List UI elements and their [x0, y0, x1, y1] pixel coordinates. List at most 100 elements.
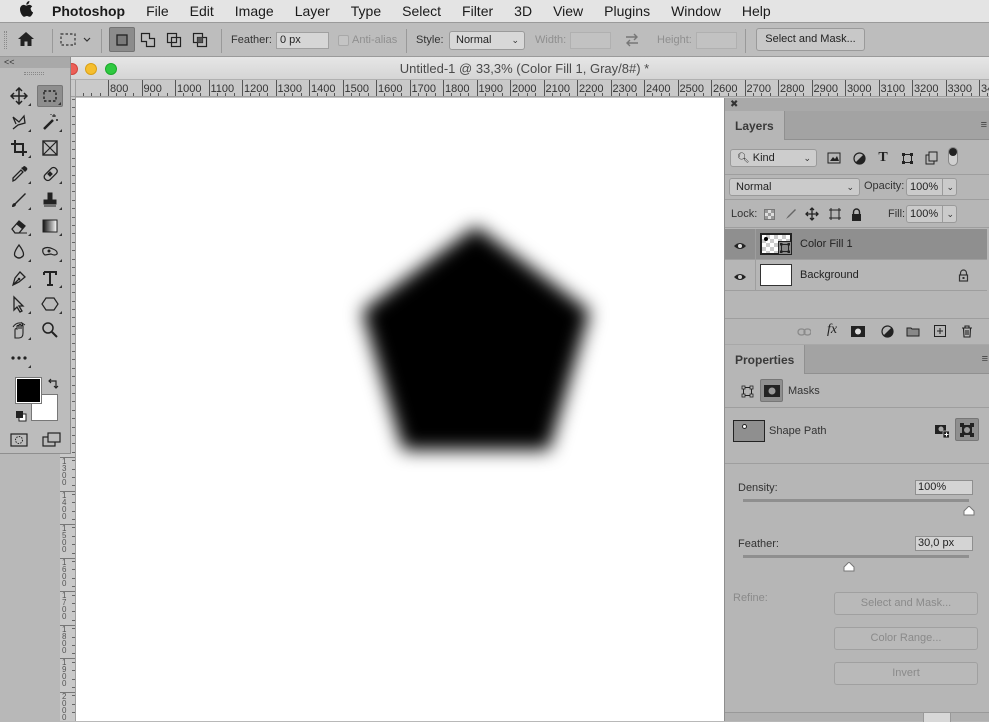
canvas[interactable]	[76, 98, 724, 721]
feather-input[interactable]: 30,0 px	[915, 536, 973, 551]
chevron-down-icon[interactable]: ⌄	[942, 206, 954, 222]
opacity-input[interactable]: 100% ⌄	[906, 178, 957, 196]
new-selection-button[interactable]	[109, 27, 135, 52]
link-layers-icon[interactable]	[797, 325, 811, 339]
pixel-layer-filter-icon[interactable]	[827, 151, 841, 165]
smart-object-filter-icon[interactable]	[924, 151, 938, 165]
path-selection-tool[interactable]	[6, 293, 32, 315]
blend-mode-dropdown[interactable]: Normal ⌄	[729, 178, 860, 196]
menu-help[interactable]: Help	[742, 3, 771, 19]
layer-row-color-fill-1[interactable]: Color Fill 1	[725, 229, 987, 260]
toolbox-collapse-button[interactable]: <<	[0, 57, 70, 68]
menu-filter[interactable]: Filter	[462, 3, 493, 19]
add-to-selection-button[interactable]	[140, 32, 156, 51]
polygon-shape-tool[interactable]	[37, 293, 63, 315]
delete-layer-icon[interactable]	[960, 324, 974, 338]
move-tool[interactable]	[6, 85, 32, 107]
fill-input[interactable]: 100% ⌄	[906, 205, 957, 223]
style-dropdown[interactable]: Normal ⌄	[449, 31, 525, 50]
properties-panel-menu-icon[interactable]: ≡	[982, 353, 988, 365]
shape-properties-icon[interactable]	[740, 384, 754, 398]
layer-visibility-eye-icon[interactable]	[733, 269, 747, 287]
new-group-icon[interactable]	[906, 324, 920, 338]
blur-tool[interactable]	[6, 241, 32, 263]
swap-colors-icon[interactable]	[47, 377, 59, 395]
menu-layer[interactable]: Layer	[295, 3, 330, 19]
lock-image-pixels-icon[interactable]	[784, 207, 798, 221]
crop-tool[interactable]	[6, 137, 32, 159]
subtract-from-selection-button[interactable]	[166, 32, 182, 51]
density-input[interactable]: 100%	[915, 480, 973, 495]
lock-artboard-icon[interactable]	[828, 207, 842, 221]
anti-alias-checkbox[interactable]	[338, 35, 349, 46]
menu-view[interactable]: View	[553, 3, 583, 19]
toolbox-grip[interactable]	[24, 72, 44, 75]
zoom-tool[interactable]	[37, 319, 63, 341]
healing-brush-tool[interactable]	[37, 163, 63, 185]
lock-position-icon[interactable]	[805, 207, 819, 221]
smudge-tool[interactable]	[37, 241, 63, 263]
rotate-view-tool[interactable]	[6, 319, 32, 341]
new-layer-icon[interactable]	[933, 324, 947, 338]
refine-select-and-mask-button[interactable]: Select and Mask...	[834, 592, 978, 615]
add-pixel-mask-icon[interactable]	[935, 424, 949, 438]
gradient-tool[interactable]	[37, 215, 63, 237]
lasso-tool[interactable]	[6, 111, 32, 133]
layers-panel-menu-icon[interactable]: ≡	[981, 119, 987, 131]
vector-mask-icon[interactable]	[955, 418, 979, 441]
adjustment-layer-filter-icon[interactable]	[852, 151, 866, 165]
panel-close-button[interactable]: ✖	[725, 98, 989, 111]
menu-app-photoshop[interactable]: Photoshop	[52, 3, 125, 19]
type-tool[interactable]	[37, 267, 63, 289]
feather-input[interactable]: 0 px	[276, 32, 329, 49]
lock-all-icon[interactable]	[849, 207, 863, 221]
tab-properties[interactable]: Properties	[725, 345, 805, 374]
tab-layers[interactable]: Layers	[725, 111, 785, 140]
home-icon[interactable]	[17, 31, 35, 50]
add-mask-icon[interactable]	[851, 324, 865, 338]
height-input[interactable]	[696, 32, 737, 49]
eyedropper-tool[interactable]	[6, 163, 32, 185]
layer-visibility-eye-icon[interactable]	[733, 238, 747, 256]
quick-mask-icon[interactable]	[10, 433, 28, 452]
horizontal-ruler[interactable]: 8009001000110012001300140015001600170018…	[76, 80, 989, 97]
menu-file[interactable]: File	[146, 3, 169, 19]
filter-toggle-switch[interactable]	[948, 147, 958, 166]
select-and-mask-button[interactable]: Select and Mask...	[756, 28, 865, 51]
menu-image[interactable]: Image	[235, 3, 274, 19]
layer-row-background[interactable]: Background	[725, 260, 987, 291]
magic-wand-tool[interactable]	[37, 111, 63, 133]
pentagon-shape[interactable]	[362, 226, 590, 450]
type-layer-filter-icon[interactable]: T	[876, 151, 890, 165]
apple-menu-icon[interactable]	[0, 1, 52, 22]
menu-3d[interactable]: 3D	[514, 3, 532, 19]
chevron-down-icon[interactable]: ⌄	[942, 179, 954, 195]
rectangular-marquee-tool[interactable]	[37, 85, 63, 107]
vector-mask-thumbnail[interactable]	[778, 241, 792, 255]
screen-mode-icon[interactable]	[42, 432, 62, 453]
foreground-color-swatch[interactable]	[15, 377, 42, 404]
menu-window[interactable]: Window	[671, 3, 721, 19]
default-colors-icon[interactable]	[15, 409, 27, 427]
density-slider-track[interactable]	[743, 499, 969, 502]
edit-toolbar[interactable]	[6, 347, 32, 369]
feather-slider-track[interactable]	[743, 555, 969, 558]
brush-tool[interactable]	[6, 189, 32, 211]
menu-type[interactable]: Type	[351, 3, 381, 19]
menu-edit[interactable]: Edit	[190, 3, 214, 19]
width-input[interactable]	[570, 32, 611, 49]
mask-properties-icon[interactable]	[760, 379, 783, 402]
fx-icon[interactable]: fx	[825, 323, 839, 337]
swap-width-height-icon[interactable]	[624, 33, 640, 50]
options-bar-grip[interactable]	[4, 31, 7, 49]
lock-transparent-pixels-icon[interactable]	[762, 207, 776, 221]
shape-layer-filter-icon[interactable]	[900, 151, 914, 165]
eraser-tool[interactable]	[6, 215, 32, 237]
frame-tool[interactable]	[37, 137, 63, 159]
layer-filter-kind-dropdown[interactable]: 🔍︎ Kind ⌄	[730, 149, 817, 167]
menu-plugins[interactable]: Plugins	[604, 3, 650, 19]
tool-preset-picker[interactable]	[60, 33, 94, 50]
clone-stamp-tool[interactable]	[37, 189, 63, 211]
menu-select[interactable]: Select	[402, 3, 441, 19]
color-range-button[interactable]: Color Range...	[834, 627, 978, 650]
